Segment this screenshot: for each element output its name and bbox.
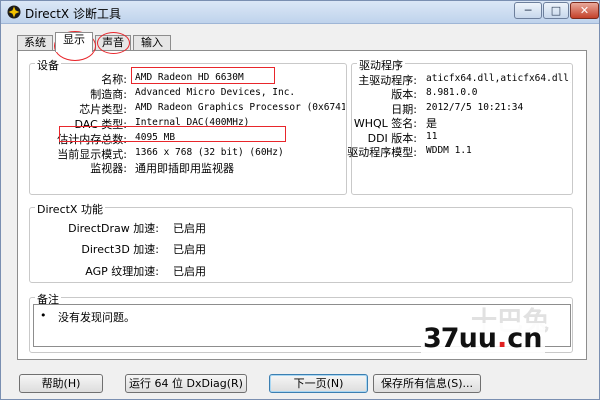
minimize-icon: ─	[524, 4, 532, 17]
directx-app-icon	[7, 5, 21, 19]
close-icon: ✕	[579, 4, 590, 17]
run-64bit-dxdiag-button[interactable]: 运行 64 位 DxDiag(R)	[125, 374, 247, 393]
notes-item: 没有发现问题。	[58, 311, 135, 324]
next-page-button[interactable]: 下一页(N)	[269, 374, 368, 393]
title-bar[interactable]: DirectX 诊断工具 ─ □ ✕	[1, 1, 599, 24]
tab-system[interactable]: 系统	[17, 35, 53, 51]
driver-whql-value: 是	[426, 117, 437, 130]
notes-bullet: •	[40, 309, 47, 322]
watermark-cn: cn	[507, 322, 543, 354]
directdraw-accel-value: 已启用	[173, 222, 206, 235]
annotation-circle-sound-tab	[97, 32, 130, 54]
device-name-label: 名称:	[101, 73, 127, 86]
directx-features-title: DirectX 功能	[35, 201, 105, 217]
tab-display[interactable]: 显示	[55, 32, 93, 52]
driver-model-label: 驱动程序模型:	[347, 146, 417, 159]
driver-version-value: 8.981.0.0	[426, 87, 478, 98]
driver-whql-label: WHQL 签名:	[353, 117, 417, 130]
device-display-mode-value: 1366 x 768 (32 bit) (60Hz)	[135, 147, 284, 158]
watermark-dot: .	[497, 322, 508, 354]
device-monitor-label: 监视器:	[90, 162, 127, 175]
save-all-info-button[interactable]: 保存所有信息(S)...	[373, 374, 481, 393]
agp-accel-value: 已启用	[173, 265, 206, 278]
device-chip-type-label: 芯片类型:	[79, 103, 127, 116]
window-title: DirectX 诊断工具	[25, 7, 121, 21]
device-manufacturer-value: Advanced Micro Devices, Inc.	[135, 87, 296, 98]
watermark-uu: uu	[458, 322, 498, 354]
directdraw-accel-label: DirectDraw 加速:	[68, 222, 159, 235]
driver-version-label: 版本:	[391, 88, 417, 101]
direct3d-accel-value: 已启用	[173, 243, 206, 256]
device-chip-type-value: AMD Radeon Graphics Processor (0x6741)	[135, 102, 345, 113]
annotation-box-memory	[59, 126, 286, 142]
help-button[interactable]: 帮助(H)	[19, 374, 103, 393]
close-button[interactable]: ✕	[570, 2, 599, 19]
minimize-button[interactable]: ─	[514, 2, 542, 19]
directx-diagnostic-window: DirectX 诊断工具 ─ □ ✕ 系统 显示 声音 输入 设备 名称: AM…	[0, 0, 600, 400]
driver-model-value: WDDM 1.1	[426, 145, 472, 156]
agp-accel-label: AGP 纹理加速:	[85, 265, 159, 278]
site-watermark-logo: 37 uu . cn	[421, 322, 545, 354]
device-monitor-value: 通用即插即用监视器	[135, 162, 234, 175]
driver-date-value: 2012/7/5 10:21:34	[426, 102, 524, 113]
driver-ddi-value: 11	[426, 131, 438, 142]
maximize-button[interactable]: □	[543, 2, 569, 19]
driver-group-title: 驱动程序	[357, 57, 405, 73]
direct3d-accel-label: Direct3D 加速:	[81, 243, 159, 256]
maximize-icon: □	[550, 4, 562, 17]
tab-input[interactable]: 输入	[133, 35, 171, 51]
annotation-box-name	[131, 67, 275, 84]
driver-main-value: aticfx64.dll,aticfx64.dll,atic	[426, 73, 571, 84]
device-group-title: 设备	[35, 57, 61, 73]
device-manufacturer-label: 制造商:	[90, 88, 127, 101]
watermark-number: 37	[423, 322, 460, 354]
